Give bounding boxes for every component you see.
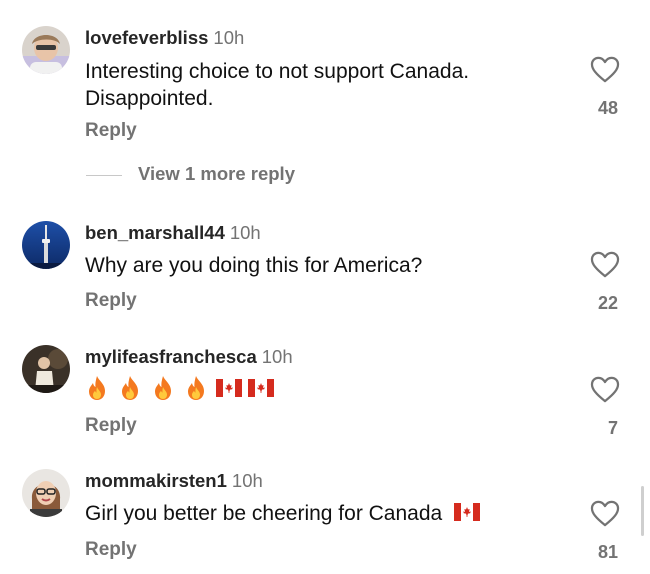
avatar[interactable] xyxy=(22,26,70,74)
username[interactable]: mylifeasfranchesca xyxy=(85,346,257,367)
comment-text-body: Girl you better be cheering for Canada xyxy=(85,502,443,525)
timestamp: 10h xyxy=(231,470,263,491)
reply-button[interactable]: Reply xyxy=(85,290,137,312)
divider-line xyxy=(86,174,122,176)
canada-flag-icon xyxy=(248,379,274,397)
reply-button[interactable]: Reply xyxy=(85,120,137,142)
heart-icon[interactable] xyxy=(590,376,620,403)
fire-icon xyxy=(188,376,204,400)
fire-icon xyxy=(122,376,138,400)
timestamp: 10h xyxy=(261,346,293,367)
username[interactable]: ben_marshall44 xyxy=(85,222,225,243)
heart-icon[interactable] xyxy=(590,56,620,83)
username[interactable]: mommakirsten1 xyxy=(85,470,227,491)
canada-flag-icon xyxy=(216,379,242,397)
like-count: 22 xyxy=(597,293,618,313)
emoji-row-graphic xyxy=(89,376,274,400)
view-more-label: View 1 more reply xyxy=(138,163,295,184)
heart-icon[interactable] xyxy=(590,500,620,527)
comment-text: Why are you doing this for America? xyxy=(85,254,423,277)
comment-meta: mylifeasfranchesca 10h xyxy=(85,346,293,368)
avatar[interactable] xyxy=(22,469,70,517)
like-count: 7 xyxy=(607,418,618,438)
username[interactable]: lovefeverbliss xyxy=(85,27,208,48)
fire-icon xyxy=(155,376,171,400)
heart-icon[interactable] xyxy=(590,251,620,278)
reply-button[interactable]: Reply xyxy=(85,415,137,437)
reply-button[interactable]: Reply xyxy=(85,539,137,561)
avatar[interactable] xyxy=(22,221,70,269)
comment-text xyxy=(85,375,277,401)
avatar[interactable] xyxy=(22,345,70,393)
fire-icon xyxy=(89,376,105,400)
comment-text: Girl you better be cheering for Canada xyxy=(85,500,565,527)
canada-flag-icon xyxy=(454,503,480,521)
like-count: 81 xyxy=(597,542,618,562)
comment-meta: ben_marshall44 10h xyxy=(85,222,261,244)
like-count: 48 xyxy=(597,98,618,118)
timestamp: 10h xyxy=(229,222,261,243)
comment-meta: lovefeverbliss 10h xyxy=(85,27,244,49)
view-more-replies-button[interactable]: View 1 more reply xyxy=(86,163,295,185)
comment-meta: mommakirsten1 10h xyxy=(85,470,263,492)
timestamp: 10h xyxy=(213,27,245,48)
scrollbar[interactable] xyxy=(641,486,644,536)
comment-text: Interesting choice to not support Canada… xyxy=(85,60,470,110)
